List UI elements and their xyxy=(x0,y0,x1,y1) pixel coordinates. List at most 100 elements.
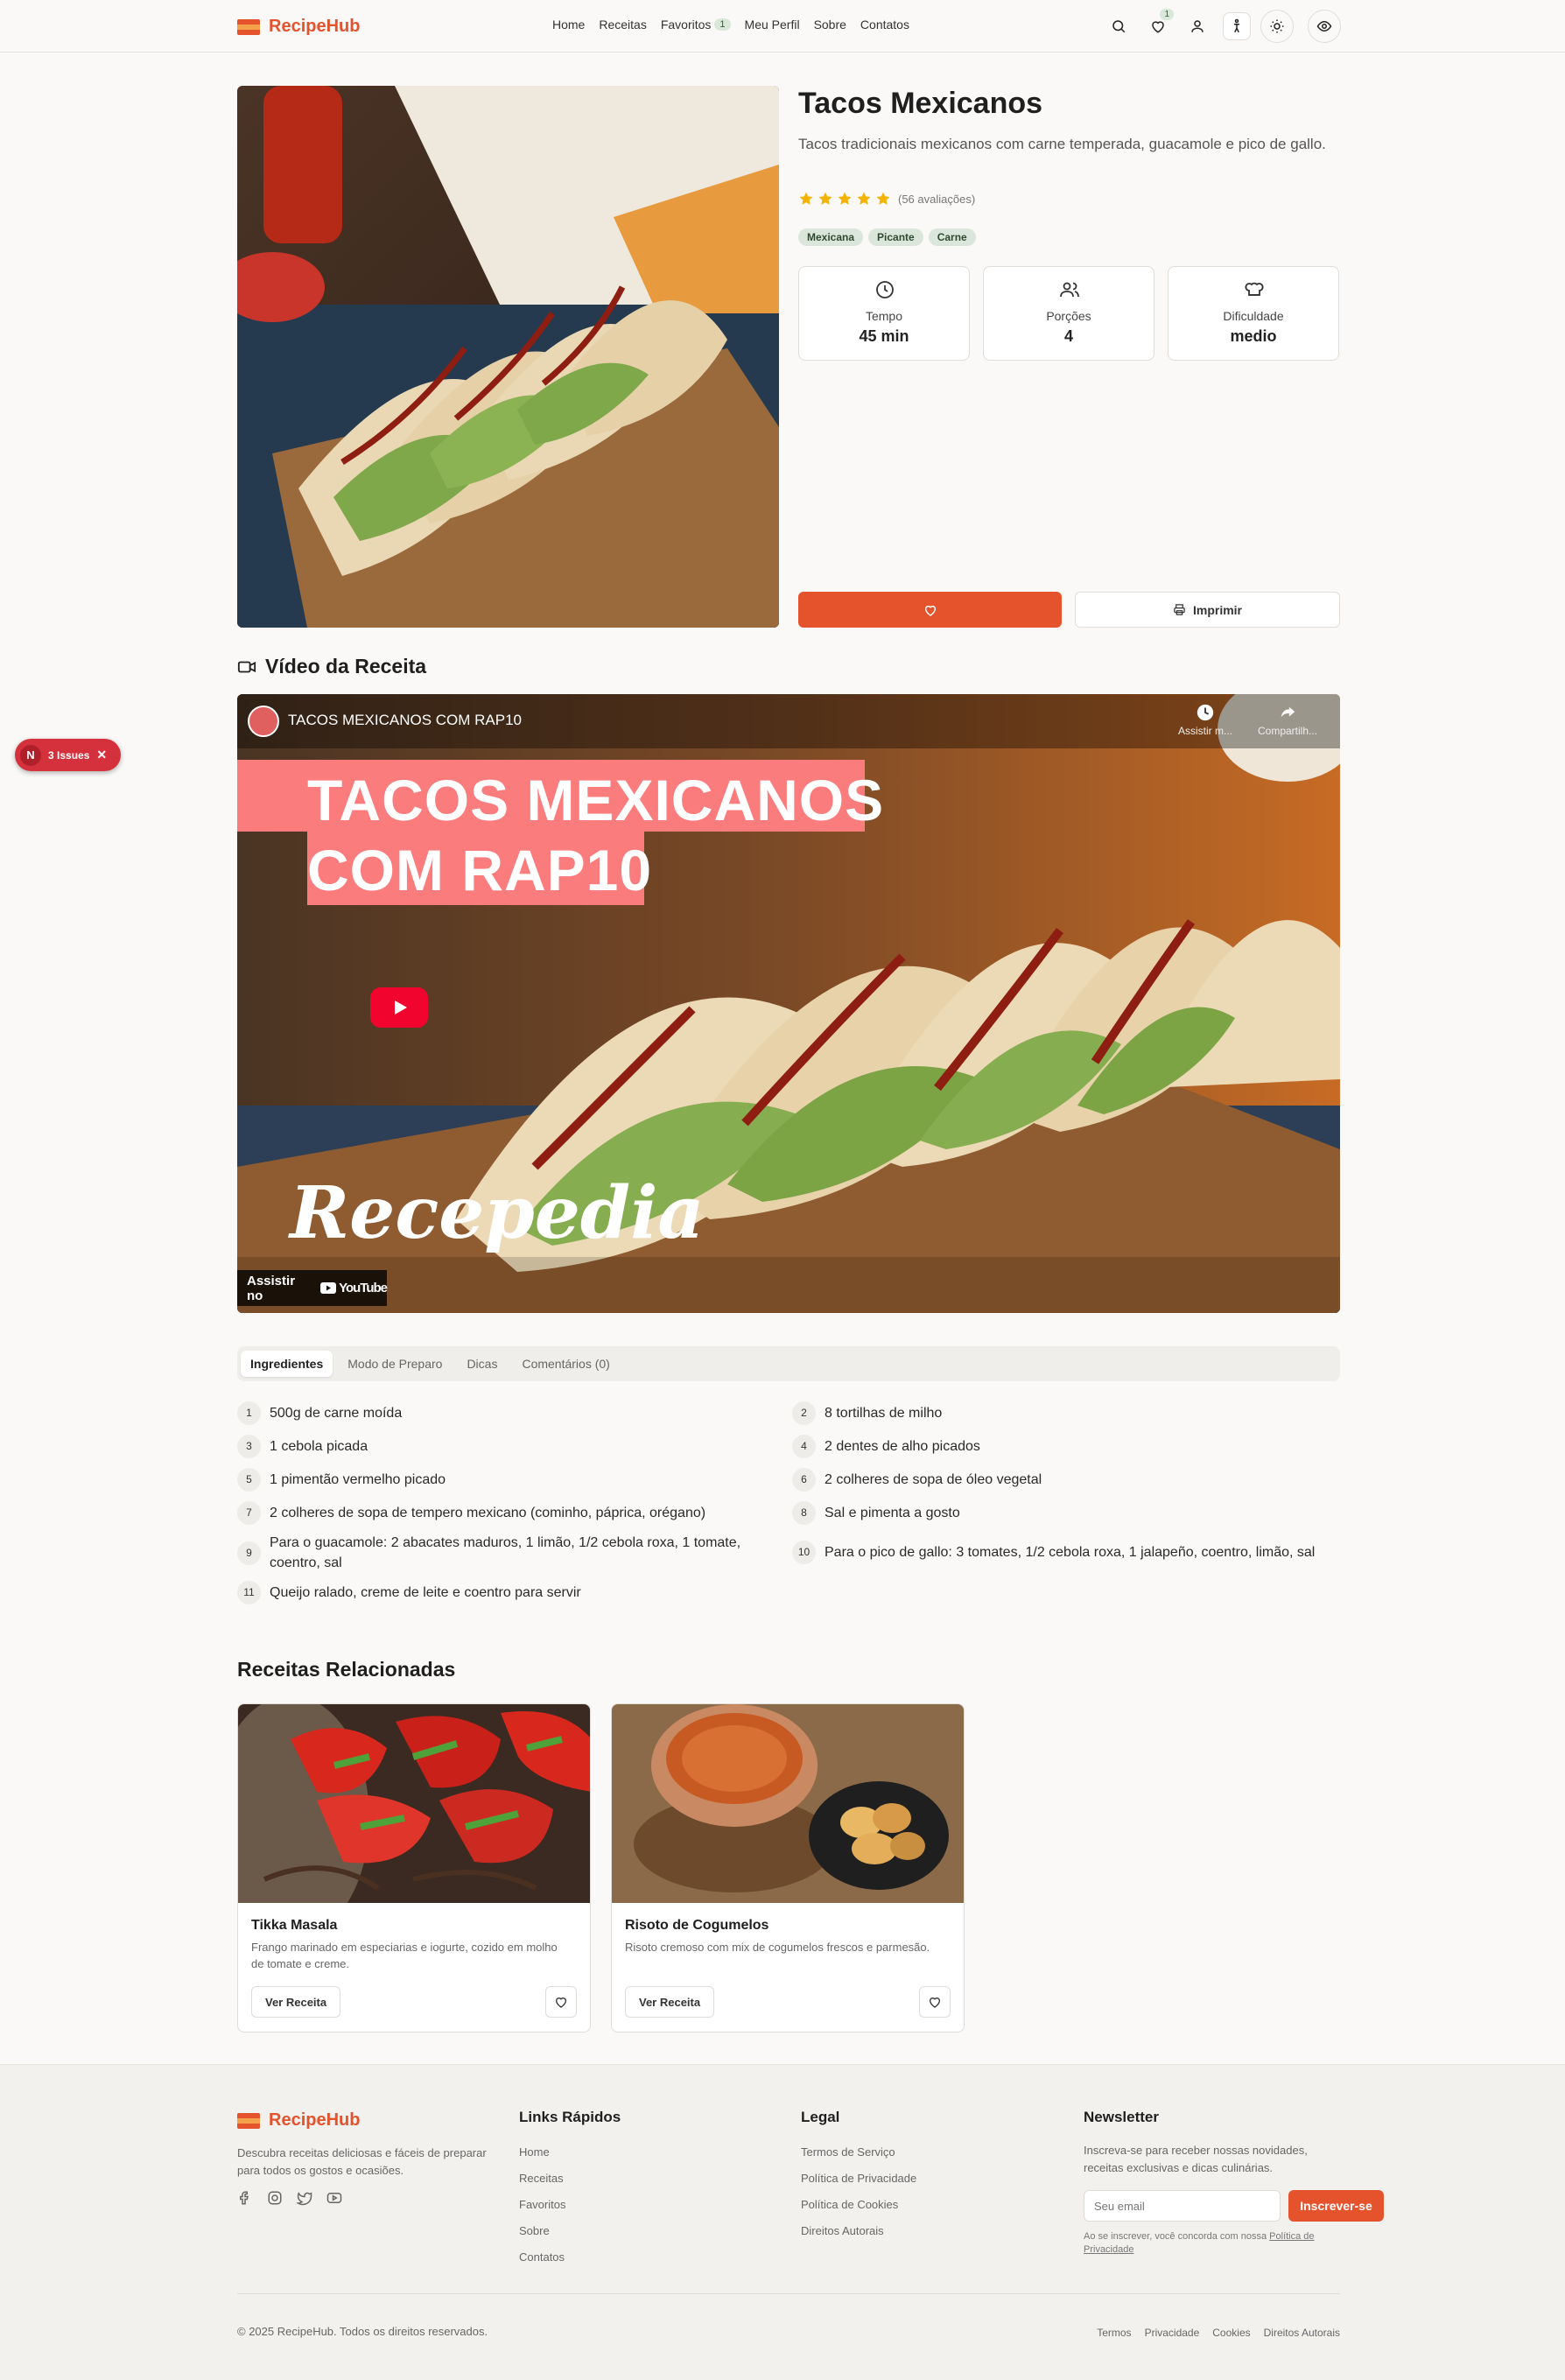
search-icon[interactable] xyxy=(1105,12,1133,40)
ingredient-text: 8 tortilhas de milho xyxy=(825,1406,943,1421)
nav-profile[interactable]: Meu Perfil xyxy=(745,18,800,32)
watch-on-youtube[interactable]: Assistir no YouTube xyxy=(237,1270,388,1306)
eye-icon[interactable] xyxy=(1308,10,1341,43)
tag[interactable]: Carne xyxy=(928,228,976,246)
chef-hat-icon xyxy=(1245,282,1264,296)
recipe-description: Tacos tradicionais mexicanos com carne t… xyxy=(798,136,1326,152)
brand-logo[interactable]: RecipeHub xyxy=(237,17,360,37)
channel-avatar[interactable] xyxy=(248,706,279,737)
youtube-video-embed[interactable]: TACOS MEXICANOS COM RAP10 Assistir m... … xyxy=(237,694,1340,1313)
video-icon xyxy=(237,661,256,672)
footer-link-favorites[interactable]: Favoritos xyxy=(519,2198,565,2211)
bottom-link-cookies[interactable]: Cookies xyxy=(1212,2327,1250,2339)
card-title[interactable]: Tikka Masala xyxy=(251,1918,337,1934)
youtube-icon xyxy=(320,1282,337,1294)
newsletter-title: Newsletter xyxy=(1084,2109,1159,2125)
footer-link-about[interactable]: Sobre xyxy=(519,2224,550,2237)
related-card-tikka[interactable]: Tikka Masala Frango marinado em especiar… xyxy=(237,1703,591,2032)
recipe-tabs: Ingredientes Modo de Preparo Dicas Comen… xyxy=(237,1346,1340,1381)
footer-link-recipes[interactable]: Receitas xyxy=(519,2172,564,2185)
bottom-link-copyright[interactable]: Direitos Autorais xyxy=(1264,2327,1340,2339)
card-title[interactable]: Risoto de Cogumelos xyxy=(625,1918,768,1934)
tab-preparation[interactable]: Modo de Preparo xyxy=(338,1351,452,1377)
footer-link-copyright[interactable]: Direitos Autorais xyxy=(801,2224,884,2237)
user-icon[interactable] xyxy=(1183,12,1211,40)
twitter-icon[interactable] xyxy=(297,2190,312,2206)
play-button[interactable] xyxy=(370,987,428,1028)
nav-about[interactable]: Sobre xyxy=(814,18,846,32)
footer-link-contacts[interactable]: Contatos xyxy=(519,2250,565,2264)
footer-link-home[interactable]: Home xyxy=(519,2145,550,2159)
video-section-label: Vídeo da Receita xyxy=(265,655,427,677)
sun-icon[interactable] xyxy=(1260,10,1294,43)
tab-tips[interactable]: Dicas xyxy=(457,1351,507,1377)
ingredient-number: 1 xyxy=(237,1401,261,1425)
card-favorite-button[interactable] xyxy=(919,1986,951,2018)
users-icon xyxy=(1060,282,1079,298)
recipe-hero-image xyxy=(237,86,779,628)
ingredient-text: 500g de carne moída xyxy=(270,1406,403,1421)
ingredient-item: 5 1 pimentão vermelho picado xyxy=(237,1468,745,1492)
ingredient-text: Para o guacamole: 2 abacates maduros, 1 … xyxy=(270,1535,741,1570)
favorite-button[interactable] xyxy=(798,592,1062,628)
star-icon xyxy=(799,192,813,205)
clock-icon xyxy=(1197,704,1214,721)
newsletter-email-input[interactable] xyxy=(1084,2190,1281,2222)
ingredient-number: 8 xyxy=(792,1501,816,1525)
social-links xyxy=(237,2190,342,2206)
related-title: Receitas Relacionadas xyxy=(237,1658,456,1681)
nav-home[interactable]: Home xyxy=(552,18,585,32)
accessibility-icon[interactable] xyxy=(1223,12,1251,40)
site-footer: RecipeHub Descubra receitas deliciosas e… xyxy=(0,2064,1565,2380)
facebook-icon[interactable] xyxy=(237,2190,253,2206)
stat-label: Porções xyxy=(1046,309,1091,323)
print-label: Imprimir xyxy=(1192,602,1242,617)
share-button[interactable]: Compartilh... xyxy=(1253,703,1323,737)
watch-later-label: Assistir m... xyxy=(1178,725,1232,737)
tab-comments[interactable]: Comentários (0) xyxy=(512,1351,619,1377)
brand-name: RecipeHub xyxy=(269,17,361,36)
heart-icon[interactable]: 1 xyxy=(1144,9,1174,40)
related-card-risoto[interactable]: Risoto de Cogumelos Risoto cremoso com m… xyxy=(611,1703,965,2032)
print-button[interactable]: Imprimir xyxy=(1075,592,1340,628)
bottom-link-terms[interactable]: Termos xyxy=(1097,2327,1131,2339)
clock-icon xyxy=(876,281,894,298)
subscribe-button[interactable]: Inscrever-se xyxy=(1288,2190,1384,2222)
ingredient-number: 4 xyxy=(792,1435,816,1458)
ingredient-text: 2 colheres de sopa de óleo vegetal xyxy=(825,1472,1042,1487)
close-icon[interactable]: ✕ xyxy=(96,748,107,762)
tab-ingredients[interactable]: Ingredientes xyxy=(241,1351,333,1377)
nav-recipes[interactable]: Receitas xyxy=(599,18,646,32)
nav-favorites[interactable]: Favoritos 1 xyxy=(661,18,731,32)
ingredient-text: Para o pico de gallo: 3 tomates, 1/2 ceb… xyxy=(825,1545,1316,1560)
watch-later-button[interactable]: Assistir m... xyxy=(1170,703,1240,737)
footer-link-privacy[interactable]: Política de Privacidade xyxy=(801,2172,916,2185)
share-label: Compartilh... xyxy=(1257,725,1318,737)
consent-text: Ao se inscrever, você concorda com nossa xyxy=(1084,2231,1267,2242)
tag[interactable]: Mexicana xyxy=(798,228,864,246)
watch-on-label: Assistir no xyxy=(247,1273,296,1303)
card-favorite-button[interactable] xyxy=(545,1986,577,2018)
bottom-link-privacy[interactable]: Privacidade xyxy=(1145,2327,1200,2339)
youtube-icon[interactable] xyxy=(326,2190,342,2206)
ingredient-number: 10 xyxy=(792,1541,816,1564)
nav-contacts[interactable]: Contatos xyxy=(860,18,909,32)
newsletter-consent: Ao se inscrever, você concorda com nossa… xyxy=(1084,2230,1346,2257)
issues-badge[interactable]: N 3 Issues ✕ xyxy=(15,739,121,771)
ingredient-item: 3 1 cebola picada xyxy=(237,1435,745,1458)
video-title[interactable]: TACOS MEXICANOS COM RAP10 xyxy=(288,712,522,729)
footer-link-terms[interactable]: Termos de Serviço xyxy=(801,2145,895,2159)
card-image xyxy=(238,1704,590,1903)
stat-label: Dificuldade xyxy=(1223,309,1284,323)
stat-label: Tempo xyxy=(865,309,903,323)
view-recipe-button[interactable]: Ver Receita xyxy=(625,1986,715,2018)
instagram-icon[interactable] xyxy=(267,2190,283,2206)
ingredient-item: 8 Sal e pimenta a gosto xyxy=(792,1501,1300,1525)
recipe-title: Tacos Mexicanos xyxy=(798,87,1043,120)
footer-link-cookies[interactable]: Política de Cookies xyxy=(801,2198,898,2211)
footer-brand-logo[interactable]: RecipeHub xyxy=(237,2110,360,2131)
ingredient-item: 2 8 tortilhas de milho xyxy=(792,1401,1300,1425)
share-icon xyxy=(1281,706,1295,718)
tag[interactable]: Picante xyxy=(868,228,923,246)
view-recipe-button[interactable]: Ver Receita xyxy=(251,1986,341,2018)
